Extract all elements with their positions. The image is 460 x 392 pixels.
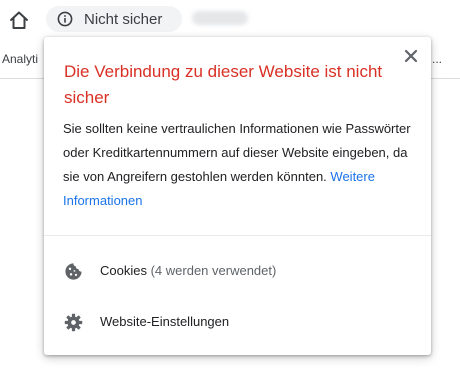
cookies-count: (4 werden verwendet) bbox=[150, 263, 277, 278]
home-icon bbox=[10, 11, 28, 29]
security-status-label: Nicht sicher bbox=[84, 11, 163, 28]
site-info-popup: Die Verbindung zu dieser Website ist nic… bbox=[44, 37, 431, 355]
url-text-blurred bbox=[192, 11, 248, 25]
cookie-icon bbox=[65, 263, 82, 280]
site-security-chip[interactable]: Nicht sicher bbox=[46, 6, 182, 32]
close-button[interactable] bbox=[402, 47, 420, 65]
popup-description: Sie sollten keine vertraulichen Informat… bbox=[63, 117, 418, 213]
bookmark-overflow[interactable]: ... bbox=[432, 52, 442, 66]
popup-divider bbox=[44, 235, 431, 236]
cookies-row[interactable]: Cookies (4 werden verwendet) bbox=[44, 252, 431, 290]
gear-icon bbox=[64, 313, 83, 332]
bookmark-analytics[interactable]: Analyti bbox=[2, 52, 38, 66]
site-settings-label: Website-Einstellungen bbox=[100, 314, 230, 329]
site-settings-row[interactable]: Website-Einstellungen bbox=[44, 303, 431, 341]
close-icon bbox=[404, 49, 418, 63]
cookies-label: Cookies bbox=[100, 263, 147, 278]
home-button[interactable] bbox=[8, 9, 30, 31]
info-icon bbox=[57, 11, 73, 27]
browser-toolbar: Nicht sicher bbox=[0, 0, 460, 40]
popup-title: Die Verbindung zu dieser Website ist nic… bbox=[64, 62, 383, 107]
